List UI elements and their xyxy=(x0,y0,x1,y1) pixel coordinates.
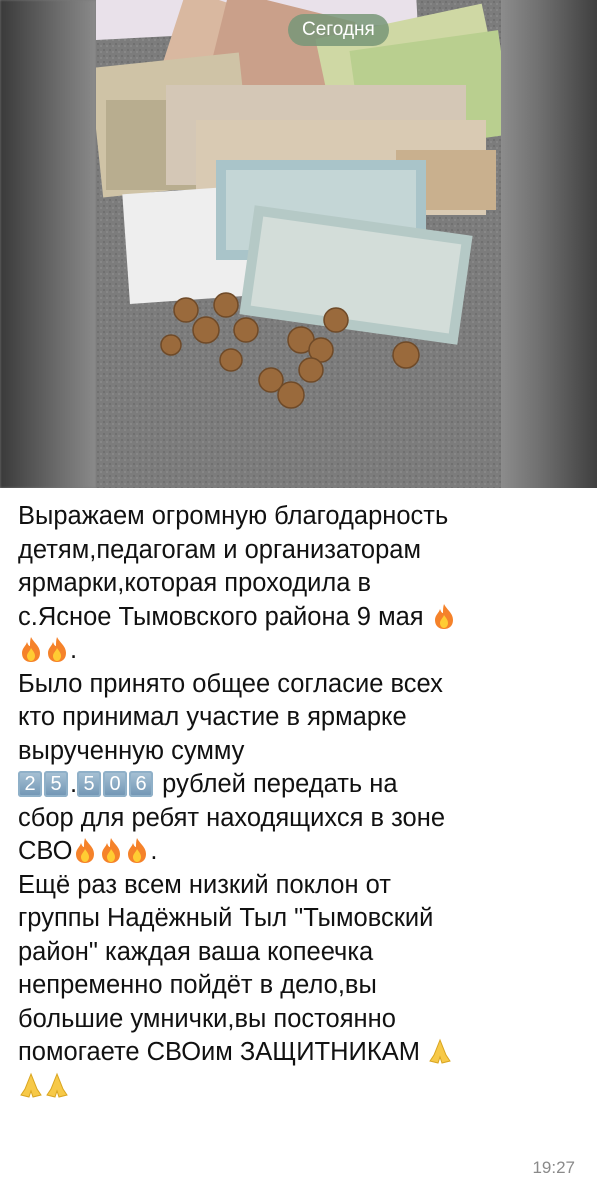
message-period: . xyxy=(150,837,158,865)
fire-emoji-icon xyxy=(434,603,453,629)
message-text-span: помогаете СВОим ЗАЩИТНИКАМ xyxy=(18,1038,420,1066)
keycap-digit: 5 xyxy=(77,771,102,797)
message-line: . xyxy=(18,634,583,668)
message-text-span: СВО xyxy=(18,837,73,865)
keycap-digit: 5 xyxy=(44,771,68,797)
fire-emoji-icon xyxy=(48,637,66,662)
message-line: с.Ясное Тымовского района 9 мая xyxy=(18,601,583,635)
message-line: район" каждая ваша копеечка xyxy=(18,937,374,966)
photo-blur-left xyxy=(0,0,96,488)
message-text-span: рублей передать на xyxy=(155,770,398,798)
message-line: Было принято общее согласие всех xyxy=(18,669,443,698)
fire-emoji-icon xyxy=(128,838,147,863)
message-line: детям,педагогам и организаторам xyxy=(18,535,421,564)
message-line: ярмарки,которая проходила в xyxy=(18,569,372,597)
message-timestamp: 19:27 xyxy=(532,1158,575,1177)
money-photo xyxy=(96,0,501,488)
fire-emoji-icon xyxy=(22,637,40,662)
message-period: . xyxy=(70,636,78,664)
message-text: Выражаем огромную благодарность детям,пе… xyxy=(18,500,583,1103)
message-text-span: с.Ясное Тымовского района 9 мая xyxy=(18,602,424,631)
message-line: 25.506 рублей передать на xyxy=(18,768,583,802)
message-line: кто принимал участие в ярмарке xyxy=(18,703,407,731)
message-line: вырученную сумму xyxy=(18,736,245,765)
message-line: Ещё раз всем низкий поклон от xyxy=(18,870,391,899)
photo-blur-right xyxy=(501,0,597,488)
fire-emoji-icon xyxy=(76,838,95,863)
keycap-digit: 2 xyxy=(18,771,42,797)
folded-hands-emoji-icon xyxy=(429,1038,451,1064)
amount-separator: . xyxy=(70,770,78,798)
message-line: СВО. xyxy=(18,835,583,869)
message-line: Выражаем огромную благодарность xyxy=(18,502,449,530)
message-line: непременно пойдёт в дело,вы xyxy=(18,971,377,999)
folded-hands-emoji-icon xyxy=(20,1072,42,1098)
message-line: большие умнички,вы постоянно xyxy=(18,1004,396,1033)
folded-hands-emoji-icon xyxy=(46,1072,68,1098)
message-line xyxy=(18,1070,583,1104)
date-label: Сегодня xyxy=(302,19,375,40)
date-pill: Сегодня xyxy=(288,14,389,46)
message-photo[interactable]: Сегодня xyxy=(0,0,597,488)
fire-emoji-icon xyxy=(102,838,121,863)
message-line: помогаете СВОим ЗАЩИТНИКАМ xyxy=(18,1036,583,1070)
message-line: сбор для ребят находящихся в зоне xyxy=(18,803,446,832)
message-line: группы Надёжный Тыл "Тымовский xyxy=(18,904,434,932)
keycap-digit: 0 xyxy=(103,771,128,797)
keycap-digit: 6 xyxy=(129,771,154,797)
